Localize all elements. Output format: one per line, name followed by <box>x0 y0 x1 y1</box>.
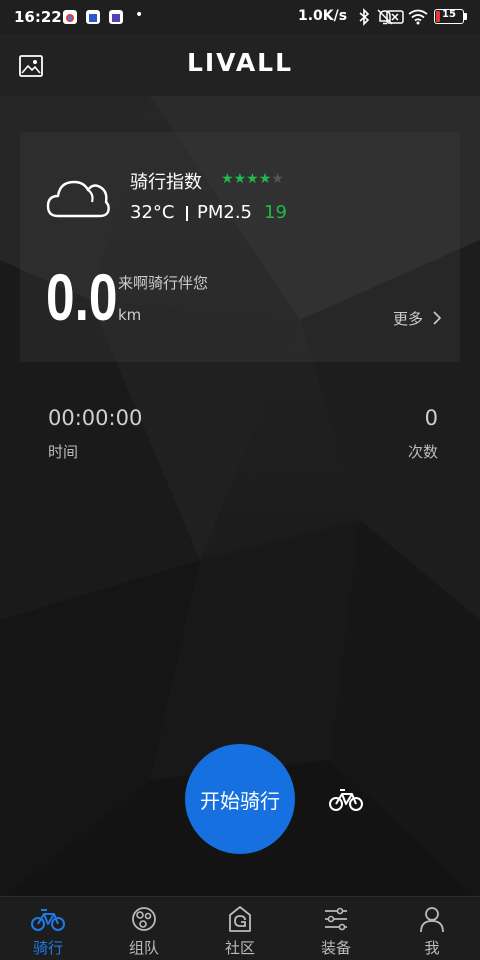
profile-icon <box>420 907 444 933</box>
star-empty-icon: ★ <box>271 171 284 187</box>
divider <box>186 206 188 221</box>
more-link[interactable]: 更多 <box>393 308 423 329</box>
bluetooth-icon <box>359 8 370 26</box>
total-distance: 0.0 <box>46 260 118 334</box>
app-header: LIVALL <box>0 34 480 96</box>
status-time: 16:22 <box>14 8 62 26</box>
app-logo: LIVALL <box>186 48 294 77</box>
nav-item-team[interactable]: 组队 <box>96 897 192 960</box>
pm25-value: 19 <box>264 202 287 223</box>
ride-index-rating: ★★★★★ <box>221 171 284 187</box>
nav-label: 装备 <box>320 939 351 957</box>
battery-icon: 15 <box>434 9 464 24</box>
distance-unit: km <box>118 306 142 324</box>
star-filled-icon: ★ <box>258 171 272 187</box>
ride-duration-label: 时间 <box>48 443 79 461</box>
star-filled-icon: ★ <box>246 171 259 187</box>
star-filled-icon: ★ <box>233 171 247 187</box>
community-icon <box>229 906 251 932</box>
equipment-icon <box>325 907 347 931</box>
nav-label: 骑行 <box>32 939 63 957</box>
bottom-nav: 骑行 组队 社区 装备 我 <box>0 896 480 960</box>
start-ride-button[interactable]: 开始骑行 <box>185 744 295 854</box>
chevron-right-icon[interactable] <box>431 311 443 325</box>
sim-frame-icon <box>386 10 404 24</box>
bicycle-icon[interactable] <box>328 784 364 814</box>
star-filled-icon: ★ <box>221 171 234 187</box>
app-screen: 16:22 • 1.0K/s 15 LIVALL 骑行指数 ★★★★★ 32°C… <box>0 0 480 960</box>
cloud-icon <box>46 180 110 218</box>
bicycle-icon <box>31 909 65 931</box>
ride-summary-card: 骑行指数 ★★★★★ 32°C PM2.5 19 0.0 来啊骑行伴您 km 更… <box>20 132 460 362</box>
slogan: 来啊骑行伴您 <box>118 274 209 292</box>
network-speed: 1.0K/s <box>298 8 348 24</box>
nav-item-me[interactable]: 我 <box>384 897 480 960</box>
ride-index-label: 骑行指数 <box>130 172 202 193</box>
app-icon <box>86 10 100 24</box>
nav-label: 社区 <box>224 939 255 957</box>
nav-label: 组队 <box>128 939 159 957</box>
pm25-label: PM2.5 <box>197 202 253 223</box>
battery-tip <box>464 13 467 20</box>
ride-duration: 00:00:00 <box>48 406 143 430</box>
team-icon <box>132 907 156 931</box>
ride-count: 0 <box>424 406 438 430</box>
app-icon <box>109 10 123 24</box>
nav-label: 我 <box>424 939 440 957</box>
nav-item-ride[interactable]: 骑行 <box>0 897 96 960</box>
nav-item-community[interactable]: 社区 <box>192 897 288 960</box>
temperature: 32°C <box>130 202 175 223</box>
notification-dot: • <box>135 7 144 23</box>
app-icon <box>63 10 77 24</box>
wifi-icon <box>408 9 428 25</box>
status-bar: 16:22 • 1.0K/s 15 <box>0 0 480 34</box>
ride-count-label: 次数 <box>407 443 438 461</box>
battery-level: 15 <box>442 9 456 20</box>
nav-item-equipment[interactable]: 装备 <box>288 897 384 960</box>
